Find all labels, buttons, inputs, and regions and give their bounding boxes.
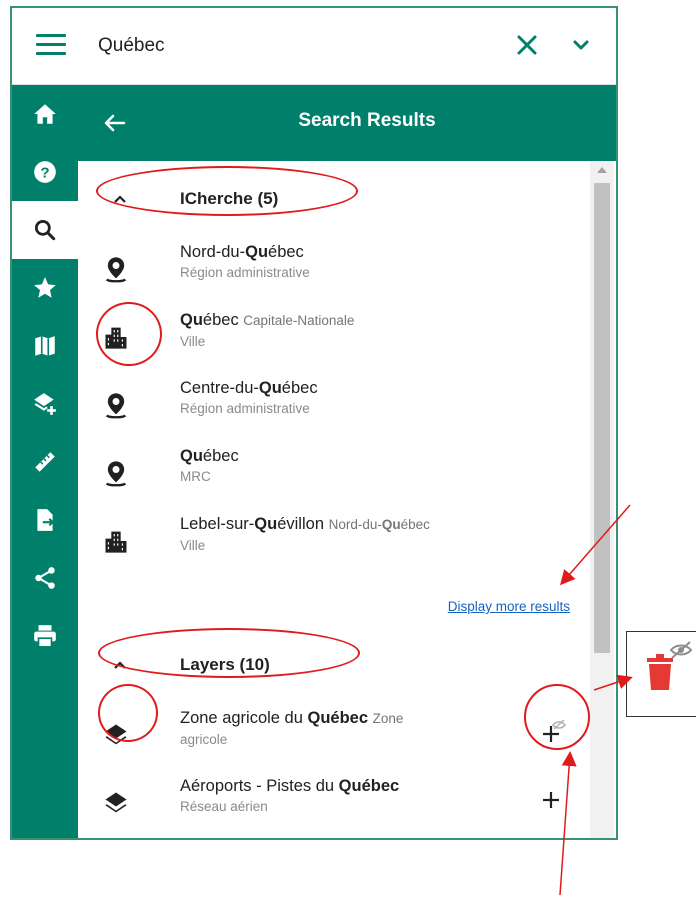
layer-item[interactable]: Zone agricole du Québec Zone agricole: [78, 701, 578, 769]
result-region-match: Qu: [381, 517, 401, 532]
ruler-icon[interactable]: [12, 433, 78, 491]
result-title-match: Qu: [258, 379, 282, 397]
add-layer-button[interactable]: [536, 719, 566, 749]
city-icon: [105, 327, 127, 349]
home-icon[interactable]: [12, 85, 78, 143]
result-subtitle: Ville: [180, 538, 206, 553]
result-subtitle: Ville: [180, 334, 206, 349]
side-toolbar: ?: [12, 85, 78, 838]
scroll-up-arrow-icon[interactable]: [597, 167, 607, 173]
layers-icon: [105, 724, 127, 745]
list-item[interactable]: Nord-du-Québec Région administrative: [78, 235, 578, 303]
result-title-pre: Lebel-sur-: [180, 515, 255, 533]
group-title: ICherche (5): [180, 189, 279, 208]
delete-callout: [626, 631, 696, 717]
add-layer-button[interactable]: [536, 785, 566, 815]
layer-title-match: Québec: [307, 709, 369, 727]
result-title-post: ébec: [281, 379, 318, 397]
result-title-post: ébec: [268, 243, 304, 261]
group-layers-header[interactable]: Layers (10): [78, 645, 578, 685]
help-icon[interactable]: ?: [12, 143, 78, 201]
search-input[interactable]: [98, 30, 478, 62]
map-pin-icon: [105, 461, 127, 487]
result-title-match: Qu: [254, 515, 278, 533]
hidden-eye-icon: [669, 641, 693, 659]
map-pin-icon: [105, 257, 127, 283]
search-results-panel: Search Results ICherche (5) Nord-du-Québ…: [78, 85, 616, 838]
result-title-pre: Centre-du-: [180, 379, 259, 397]
group-icherche-header[interactable]: ICherche (5): [78, 179, 578, 219]
list-item[interactable]: Centre-du-Québec Région administrative: [78, 371, 578, 439]
result-title-post: ébec: [202, 311, 239, 329]
clear-search-icon[interactable]: [510, 28, 544, 62]
chevron-up-icon: [114, 195, 126, 203]
layer-item[interactable]: Aéroports - Pistes du Québec Réseau aéri…: [78, 769, 578, 837]
result-title-post: ébec: [202, 447, 239, 465]
trash-icon: [647, 654, 673, 690]
menu-icon[interactable]: [36, 34, 66, 56]
panel-header: Search Results: [78, 85, 616, 161]
search-bar: [12, 8, 616, 85]
layer-subtitle: Réseau aérien: [180, 799, 268, 814]
layers-icon: [105, 792, 127, 813]
layer-title-match: Québec: [338, 777, 400, 795]
scroll-thumb[interactable]: [594, 183, 610, 653]
display-more-results-link[interactable]: Display more results: [448, 599, 570, 614]
star-icon[interactable]: [12, 259, 78, 317]
chevron-up-icon: [114, 661, 126, 669]
chevron-down-icon[interactable]: [566, 30, 596, 60]
result-region: Capitale-Nationale: [243, 313, 355, 328]
results-list: ICherche (5) Nord-du-Québec Région admin…: [78, 161, 616, 838]
search-icon[interactable]: [12, 201, 78, 259]
result-title-match: Qu: [245, 243, 269, 261]
list-item[interactable]: Lebel-sur-Quévillon Nord-du-Québec Ville: [78, 507, 578, 575]
add-layer-icon[interactable]: [12, 375, 78, 433]
result-region-post: ébec: [400, 517, 430, 532]
scrollbar[interactable]: [590, 161, 614, 838]
layer-title-pre: Aéroports - Pistes du: [180, 777, 339, 795]
result-title-match: Qu: [180, 447, 203, 465]
layer-subtitle: agricole: [180, 732, 228, 747]
result-subtitle: MRC: [180, 469, 211, 484]
panel-title: Search Results: [298, 110, 436, 131]
city-icon: [105, 531, 127, 553]
group-title: Layers (10): [180, 655, 270, 674]
share-icon[interactable]: [12, 549, 78, 607]
list-item[interactable]: Québec MRC: [78, 439, 578, 507]
map-pin-icon: [105, 393, 127, 419]
list-item[interactable]: Québec Capitale-Nationale Ville: [78, 303, 578, 371]
layer-inline-subtitle: Zone: [372, 711, 404, 726]
layer-title-pre: Zone agricole du: [180, 709, 308, 727]
print-icon[interactable]: [12, 607, 78, 665]
back-arrow-icon[interactable]: [98, 107, 130, 139]
result-subtitle: Région administrative: [180, 265, 310, 280]
result-title-match: Qu: [180, 311, 203, 329]
result-region-pre: Nord-du-: [328, 517, 382, 532]
result-title-post: évillon: [277, 515, 324, 533]
file-export-icon[interactable]: [12, 491, 78, 549]
result-title-pre: Nord-du-: [180, 243, 246, 261]
result-subtitle: Région administrative: [180, 401, 310, 416]
app-window: ? Search Result: [10, 6, 618, 840]
svg-text:?: ?: [40, 164, 49, 181]
map-icon[interactable]: [12, 317, 78, 375]
